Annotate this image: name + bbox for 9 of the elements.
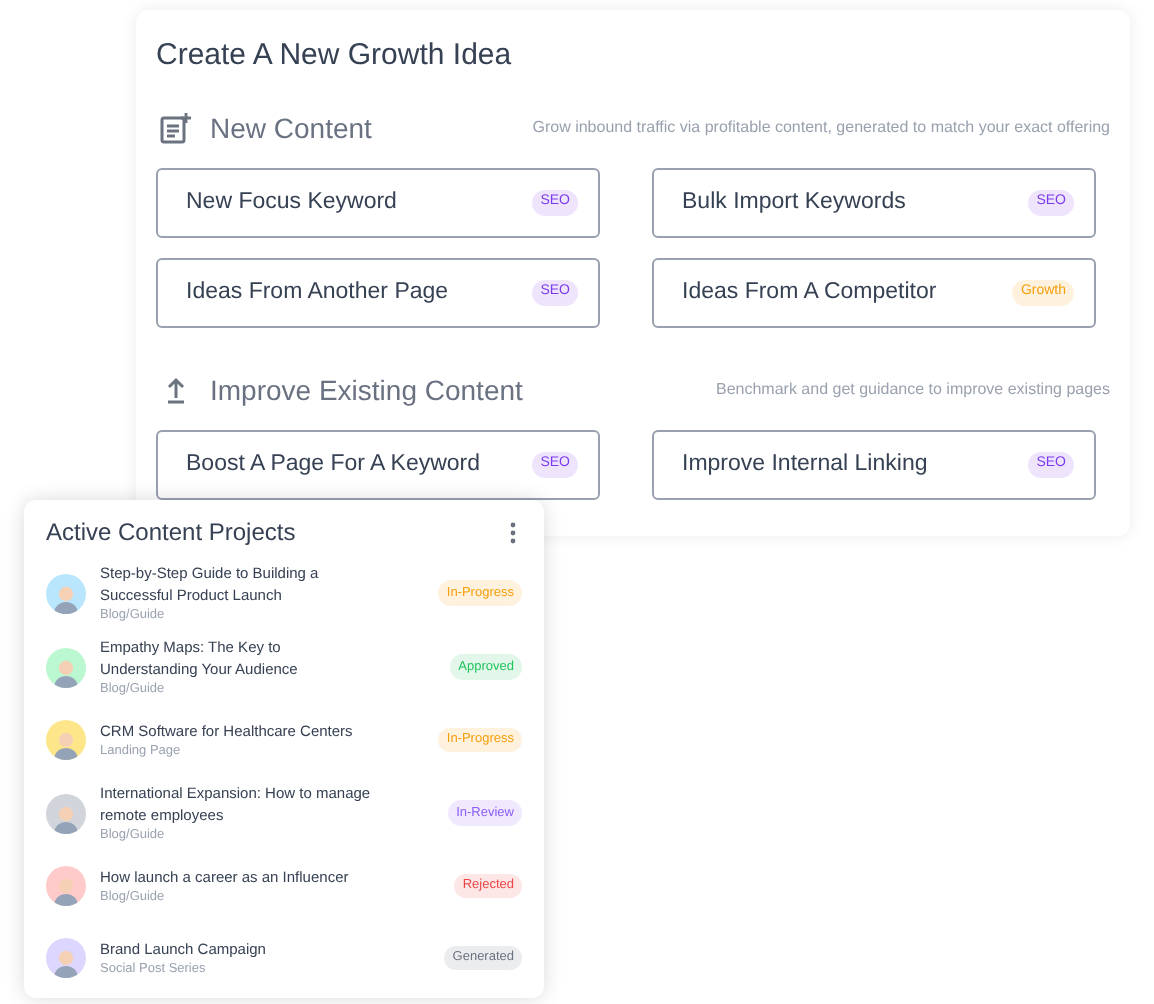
more-menu-icon[interactable] xyxy=(510,521,516,543)
section-description: Benchmark and get guidance to improve existing pages xyxy=(715,378,1110,402)
section-title: Improve Existing Content xyxy=(210,371,523,410)
upload-arrow-icon xyxy=(166,376,186,404)
document-plus-icon xyxy=(160,112,192,144)
panel-title: Create A New Growth Idea xyxy=(156,36,514,76)
section-title: New Content xyxy=(210,109,372,147)
section-description: Grow inbound traffic via profitable content, generated to match your exact offering xyxy=(532,116,1110,140)
card-title: Active Content Projects xyxy=(46,516,296,550)
